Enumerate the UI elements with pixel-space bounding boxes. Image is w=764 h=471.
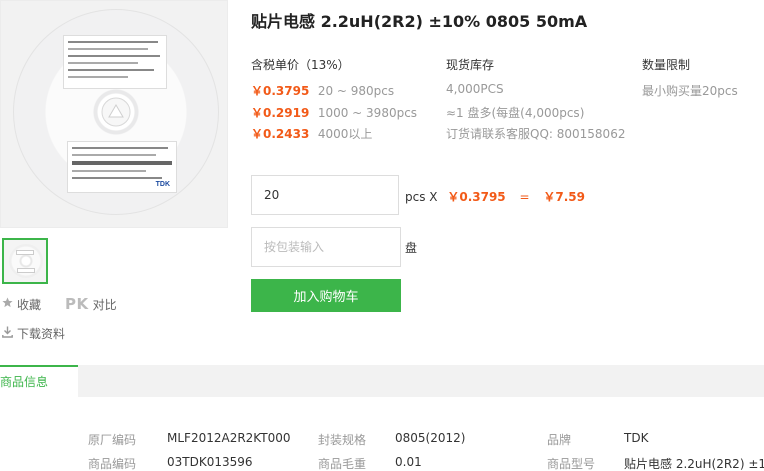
product-thumbnail[interactable] (2, 238, 48, 284)
tier-range: 1000 ~ 3980pcs (317, 106, 418, 120)
add-to-cart-button[interactable]: 加入购物车 (251, 279, 401, 312)
attr-key: 封装规格 (318, 433, 367, 447)
pk-icon: PK (65, 295, 89, 313)
stock-contact: 订货请联系客服QQ: 800158062 (446, 127, 626, 141)
tier-range: 4000以上 (317, 127, 373, 141)
product-title: 贴片电感 2.2uH(2R2) ±10% 0805 50mA (251, 12, 588, 31)
attr-value: 0805(2012) (395, 431, 466, 445)
price-tier: ￥0.2919 1000 ~ 3980pcs (251, 104, 417, 121)
compare-button[interactable]: PK 对比 (65, 295, 117, 313)
package-unit: 盘 (405, 241, 418, 255)
tier-price: ￥0.3795 (251, 84, 310, 98)
limit-heading: 数量限制 (642, 58, 691, 72)
tier-price: ￥0.2433 (251, 127, 310, 141)
attr-key: 品牌 (547, 433, 572, 447)
download-button[interactable]: 下载资料 (2, 325, 65, 342)
favorite-label: 收藏 (17, 297, 42, 312)
stock-reels: ≈1 盘多(每盘(4,000pcs) (446, 106, 585, 120)
product-main-image: TDK (0, 0, 228, 228)
quantity-input[interactable] (251, 175, 399, 215)
detail-tabbar: 商品信息 (0, 365, 764, 397)
tier-range: 20 ~ 980pcs (317, 84, 395, 98)
attr-key: 商品毛重 (318, 457, 367, 471)
attr-value: MLF2012A2R2KT000 (167, 431, 291, 445)
tier-price: ￥0.2919 (251, 106, 310, 120)
price-heading: 含税单价（13%） (251, 58, 350, 72)
attr-key: 原厂编码 (88, 433, 137, 447)
price-calculation: pcs X ￥0.3795 = ￥7.59 (405, 188, 585, 205)
download-icon (2, 326, 13, 341)
attr-key: 商品编码 (88, 457, 137, 471)
side-actions: 收藏 PK 对比 下载资料 (2, 294, 142, 343)
calc-unit-price: ￥0.3795 (447, 190, 506, 204)
brand-mark: TDK (155, 181, 170, 188)
price-tier: ￥0.2433 4000以上 (251, 125, 372, 142)
calc-total: ￥7.59 (543, 190, 585, 204)
package-input[interactable] (251, 227, 401, 267)
stock-heading: 现货库存 (446, 58, 495, 72)
unit-label: pcs X (405, 190, 438, 204)
reel-hub-icon (101, 97, 131, 127)
attr-value: TDK (624, 431, 649, 445)
compare-label: 对比 (92, 297, 117, 312)
star-icon (2, 297, 13, 311)
attr-key: 商品型号 (547, 457, 596, 471)
stock-quantity: 4,000PCS (446, 82, 504, 96)
download-label: 下载资料 (17, 326, 66, 341)
min-order-text: 最小购买量20pcs (642, 84, 738, 98)
attr-value: 03TDK013596 (167, 455, 253, 469)
attr-value: 贴片电感 2.2uH(2R2) ±10. (624, 457, 764, 471)
price-tier: ￥0.3795 20 ~ 980pcs (251, 82, 394, 99)
attr-value: 0.01 (395, 455, 422, 469)
tab-product-info[interactable]: 商品信息 (0, 365, 78, 397)
equals-sign: = (519, 190, 530, 204)
reel-top-label (63, 35, 167, 89)
reel-bottom-label: TDK (67, 141, 177, 193)
favorite-button[interactable]: 收藏 (2, 296, 41, 313)
